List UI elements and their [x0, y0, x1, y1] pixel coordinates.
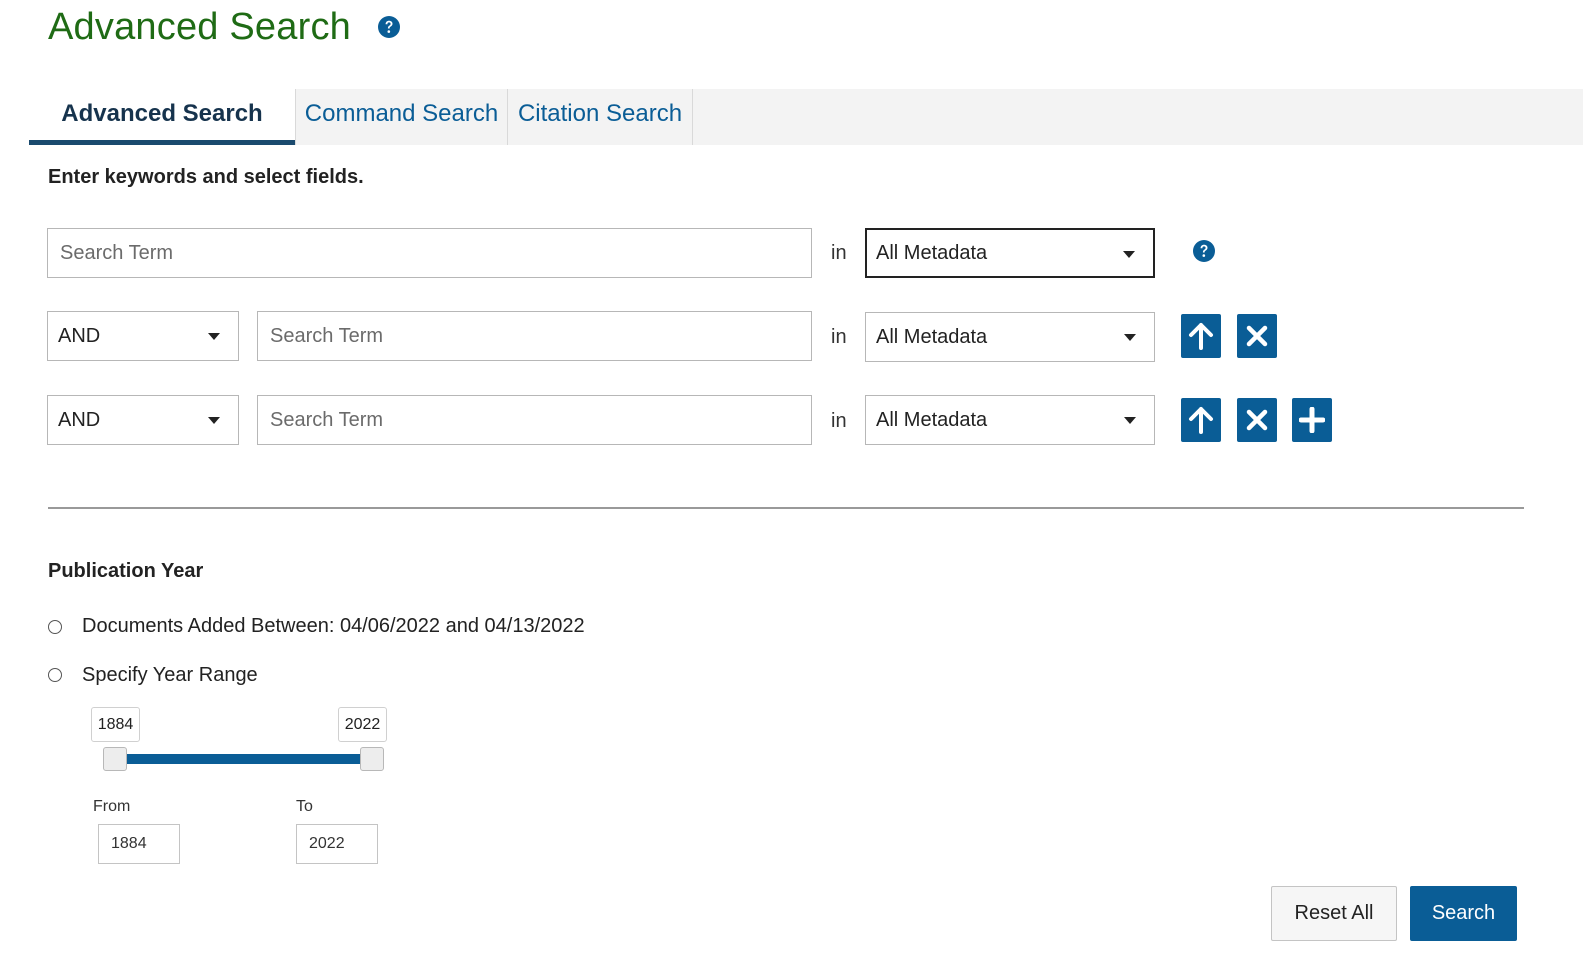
- tab-citation-search[interactable]: Citation Search: [507, 89, 693, 145]
- reset-all-button[interactable]: Reset All: [1271, 886, 1397, 941]
- slider-low-handle[interactable]: [103, 747, 127, 771]
- arrow-up-icon: [1189, 407, 1213, 434]
- search-term-input-3[interactable]: [257, 395, 812, 445]
- move-up-button[interactable]: [1181, 314, 1221, 358]
- question-circle-icon[interactable]: [377, 15, 401, 39]
- remove-row-button[interactable]: [1237, 314, 1277, 358]
- slider-high-value: 2022: [338, 707, 387, 742]
- field-select-value: All Metadata: [876, 242, 988, 264]
- section-divider: [48, 507, 1524, 509]
- search-button[interactable]: Search: [1410, 886, 1517, 941]
- radio-documents-added-label[interactable]: Documents Added Between: 04/06/2022 and …: [82, 615, 585, 638]
- field-select-value: All Metadata: [876, 409, 988, 431]
- field-select-1[interactable]: All Metadata: [865, 228, 1155, 278]
- field-select-2[interactable]: All Metadata: [865, 312, 1155, 362]
- operator-select-value: AND: [58, 325, 101, 347]
- in-label: in: [831, 242, 847, 264]
- radio-specify-year-range-label[interactable]: Specify Year Range: [82, 664, 258, 687]
- tab-advanced-search[interactable]: Advanced Search: [29, 89, 295, 145]
- question-circle-icon[interactable]: [1192, 239, 1216, 263]
- close-icon: [1246, 409, 1268, 431]
- field-select-3[interactable]: All Metadata: [865, 395, 1155, 445]
- tab-command-search[interactable]: Command Search: [295, 89, 507, 145]
- close-icon: [1246, 325, 1268, 347]
- caret-down-icon: [1123, 251, 1135, 258]
- from-year-input[interactable]: [98, 824, 180, 864]
- remove-row-button[interactable]: [1237, 398, 1277, 442]
- field-select-value: All Metadata: [876, 326, 988, 348]
- arrow-up-icon: [1189, 323, 1213, 350]
- to-year-input[interactable]: [296, 824, 378, 864]
- radio-specify-year-range[interactable]: [48, 668, 62, 682]
- operator-select-value: AND: [58, 409, 101, 431]
- search-term-input-2[interactable]: [257, 311, 812, 361]
- radio-documents-added[interactable]: [48, 620, 62, 634]
- search-tabs: Advanced Search Command Search Citation …: [29, 89, 1583, 145]
- caret-down-icon: [1124, 417, 1136, 424]
- slider-low-value: 1884: [91, 707, 140, 742]
- to-label: To: [296, 798, 313, 815]
- plus-icon: [1299, 407, 1325, 433]
- operator-select-2[interactable]: AND: [47, 311, 239, 361]
- add-row-button[interactable]: [1292, 398, 1332, 442]
- year-range-slider-track[interactable]: [114, 754, 374, 764]
- search-term-input-1[interactable]: [47, 228, 812, 278]
- in-label: in: [831, 410, 847, 432]
- publication-year-title: Publication Year: [48, 560, 204, 582]
- slider-high-handle[interactable]: [360, 747, 384, 771]
- instructions-text: Enter keywords and select fields.: [48, 166, 364, 188]
- caret-down-icon: [1124, 334, 1136, 341]
- caret-down-icon: [208, 417, 220, 424]
- page-title: Advanced Search: [48, 6, 351, 48]
- move-up-button[interactable]: [1181, 398, 1221, 442]
- caret-down-icon: [208, 333, 220, 340]
- operator-select-3[interactable]: AND: [47, 395, 239, 445]
- in-label: in: [831, 326, 847, 348]
- from-label: From: [93, 798, 131, 815]
